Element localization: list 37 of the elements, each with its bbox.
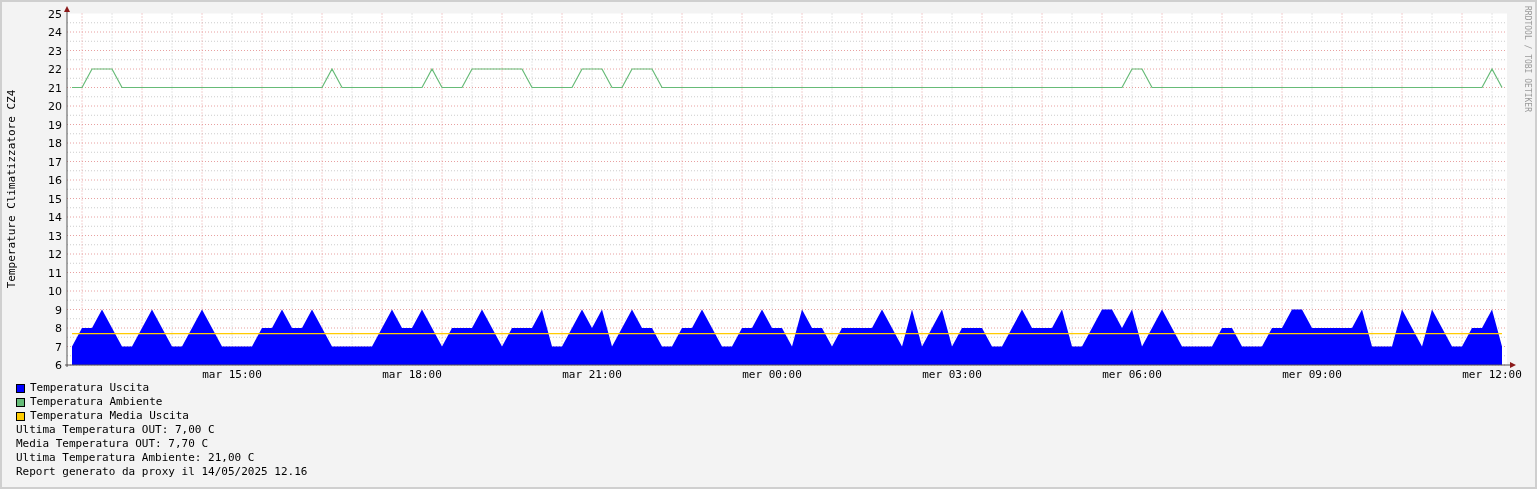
- x-tick-label: mer 00:00: [742, 368, 802, 381]
- y-tick-label: 12: [48, 248, 62, 261]
- legend-label: Temperatura Ambiente: [30, 395, 163, 409]
- summary-line: Report generato da proxy il 14/05/2025 12.16: [16, 465, 308, 479]
- y-tick-label: 15: [48, 192, 62, 206]
- x-tick-label: mer 09:00: [1282, 368, 1342, 381]
- y-axis-title: Temperature Climatizzatore CZ4: [5, 89, 18, 289]
- credit-text: RRDTOOL / TOBI OETIKER: [1523, 6, 1532, 112]
- y-tick-label: 8: [55, 322, 62, 335]
- summary-line: Media Temperatura OUT: 7,70 C: [16, 437, 209, 451]
- summary-line: Ultima Temperatura Ambiente: 21,00 C: [16, 451, 255, 465]
- y-tick-label: 16: [48, 174, 62, 187]
- legend-label: Temperatura Media Uscita: [30, 409, 189, 423]
- y-tick-label: 17: [48, 155, 62, 169]
- legend-label: Temperatura Uscita: [30, 381, 150, 395]
- y-tick-label: 10: [48, 285, 62, 298]
- x-tick-label: mar 18:00: [382, 368, 442, 381]
- y-tick-label: 19: [48, 118, 62, 132]
- x-tick-label: mer 12:00: [1462, 368, 1522, 381]
- summary-line: Ultima Temperatura OUT: 7,00 C: [16, 423, 215, 437]
- y-tick-label: 6: [55, 359, 62, 372]
- y-tick-label: 13: [48, 229, 62, 243]
- y-tick-label: 20: [48, 100, 62, 113]
- x-tick-label: mar 15:00: [202, 368, 262, 381]
- y-tick-label: 7: [55, 340, 62, 354]
- x-tick-label: mer 06:00: [1102, 368, 1162, 381]
- y-tick-label: 25: [48, 7, 62, 21]
- y-tick-label: 14: [48, 211, 62, 224]
- y-tick-label: 18: [48, 137, 62, 150]
- x-tick-label: mar 21:00: [562, 368, 622, 381]
- x-tick-label: mer 03:00: [922, 368, 982, 381]
- y-tick-label: 9: [55, 303, 62, 317]
- y-tick-label: 11: [48, 266, 62, 280]
- y-tick-label: 22: [48, 63, 62, 76]
- y-tick-label: 21: [48, 81, 62, 95]
- y-tick-label: 23: [48, 44, 62, 58]
- y-tick-label: 24: [48, 26, 62, 39]
